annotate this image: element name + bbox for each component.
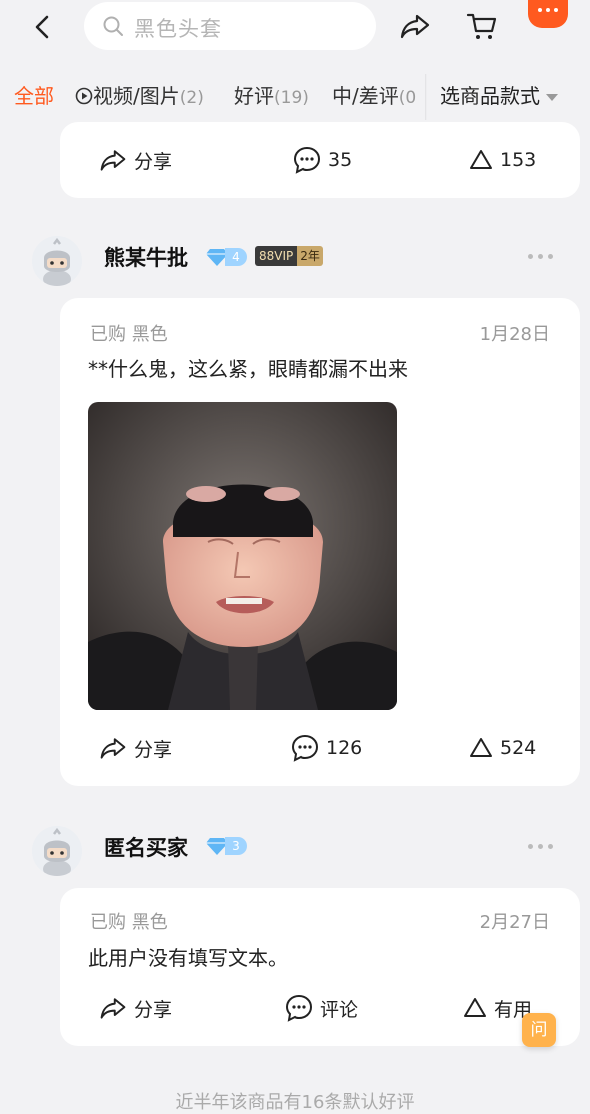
review-filter-tabs: 全部 视频/图片(2) 好评(19) 中/差评(0 选商品款式 bbox=[0, 68, 590, 120]
like-icon bbox=[470, 150, 492, 169]
review-text: **什么鬼，这么紧，眼睛都漏不出来 bbox=[88, 357, 408, 381]
share-icon[interactable] bbox=[398, 10, 432, 42]
tab-video-label: 视频/图片 bbox=[93, 84, 180, 108]
review-card-0: 分享 35 153 bbox=[60, 122, 580, 198]
like-button[interactable]: 524 bbox=[468, 728, 536, 768]
tab-good[interactable]: 好评(19) bbox=[234, 80, 309, 109]
play-icon bbox=[75, 87, 93, 105]
like-button[interactable]: 153 bbox=[468, 140, 536, 180]
review-photo[interactable] bbox=[88, 402, 397, 710]
tab-all[interactable]: 全部 bbox=[14, 80, 54, 109]
style-filter-dropdown[interactable]: 选商品款式 bbox=[440, 80, 558, 109]
tab-mid-bad[interactable]: 中/差评(0 bbox=[332, 80, 416, 109]
style-filter-label: 选商品款式 bbox=[440, 84, 540, 108]
share-label: 分享 bbox=[134, 150, 173, 173]
share-icon bbox=[100, 738, 126, 759]
search-placeholder[interactable]: 黑色头套 bbox=[134, 13, 222, 43]
tab-all-label: 全部 bbox=[14, 84, 54, 108]
share-icon bbox=[100, 150, 126, 171]
review-card-2: 已购 黑色 2月27日 此用户没有填写文本。 分享 评论 有用 bbox=[60, 888, 580, 1046]
comment-button[interactable]: 35 bbox=[292, 140, 352, 180]
back-icon[interactable] bbox=[28, 12, 58, 42]
more-icon[interactable] bbox=[528, 0, 568, 28]
review-text: 此用户没有填写文本。 bbox=[88, 946, 288, 970]
level-number: 4 bbox=[225, 248, 247, 266]
review-actions: 分享 35 153 bbox=[60, 140, 580, 180]
avatar[interactable] bbox=[32, 826, 82, 876]
share-button[interactable]: 分享 bbox=[98, 988, 172, 1028]
tab-video-count: (2) bbox=[179, 88, 204, 108]
review-date: 1月28日 bbox=[479, 324, 550, 345]
share-button[interactable]: 分享 bbox=[98, 728, 172, 768]
review-date: 2月27日 bbox=[479, 912, 550, 933]
share-label: 分享 bbox=[134, 738, 173, 761]
tab-mid-count: (0 bbox=[398, 88, 417, 108]
ask-icon: 问 bbox=[530, 1020, 548, 1040]
cart-icon[interactable] bbox=[465, 9, 499, 43]
comment-count: 35 bbox=[328, 149, 353, 171]
vip-years: 2年 bbox=[297, 246, 323, 266]
more-options-icon[interactable] bbox=[528, 842, 556, 850]
share-label: 分享 bbox=[134, 998, 173, 1021]
purchase-info: 已购 黑色 bbox=[90, 912, 168, 933]
tab-divider bbox=[425, 74, 427, 120]
diamond-level-badge: 3 bbox=[205, 836, 249, 856]
avatar[interactable] bbox=[32, 236, 82, 286]
like-icon bbox=[464, 998, 486, 1017]
comment-button[interactable]: 126 bbox=[290, 728, 362, 768]
like-icon bbox=[470, 738, 492, 757]
default-reviews-note: 近半年该商品有16条默认好评 bbox=[175, 1092, 415, 1113]
comment-icon bbox=[285, 994, 313, 1022]
tab-good-label: 好评 bbox=[234, 84, 274, 108]
vip-badge: 88VIP 2年 bbox=[255, 246, 323, 266]
diamond-level-badge: 4 bbox=[205, 247, 249, 267]
search-bar[interactable]: 黑色头套 bbox=[84, 2, 376, 50]
review-actions: 分享 评论 有用 bbox=[60, 988, 580, 1028]
share-button[interactable]: 分享 bbox=[98, 140, 172, 180]
tab-video-images[interactable]: 视频/图片(2) bbox=[75, 80, 204, 109]
chevron-down-icon bbox=[546, 94, 558, 101]
comment-count: 126 bbox=[326, 737, 363, 759]
level-number: 3 bbox=[225, 837, 247, 855]
comment-icon bbox=[293, 146, 321, 174]
ask-question-button[interactable]: 问 bbox=[522, 1013, 556, 1047]
username[interactable]: 匿名买家 bbox=[104, 832, 188, 862]
like-count: 524 bbox=[500, 737, 537, 759]
like-count: 153 bbox=[500, 149, 537, 171]
comment-label: 评论 bbox=[320, 998, 359, 1021]
search-icon bbox=[103, 16, 123, 36]
vip-label: 88VIP bbox=[255, 246, 298, 266]
top-bar: 黑色头套 bbox=[0, 0, 590, 62]
tab-good-count: (19) bbox=[274, 88, 309, 108]
comment-icon bbox=[291, 734, 319, 762]
share-icon bbox=[100, 998, 126, 1019]
review-actions: 分享 126 524 bbox=[60, 728, 580, 768]
username[interactable]: 熊某牛批 bbox=[104, 242, 188, 272]
purchase-info: 已购 黑色 bbox=[90, 324, 168, 345]
tab-mid-label: 中/差评 bbox=[332, 84, 399, 108]
comment-button[interactable]: 评论 bbox=[284, 988, 358, 1028]
more-options-icon[interactable] bbox=[528, 252, 556, 260]
